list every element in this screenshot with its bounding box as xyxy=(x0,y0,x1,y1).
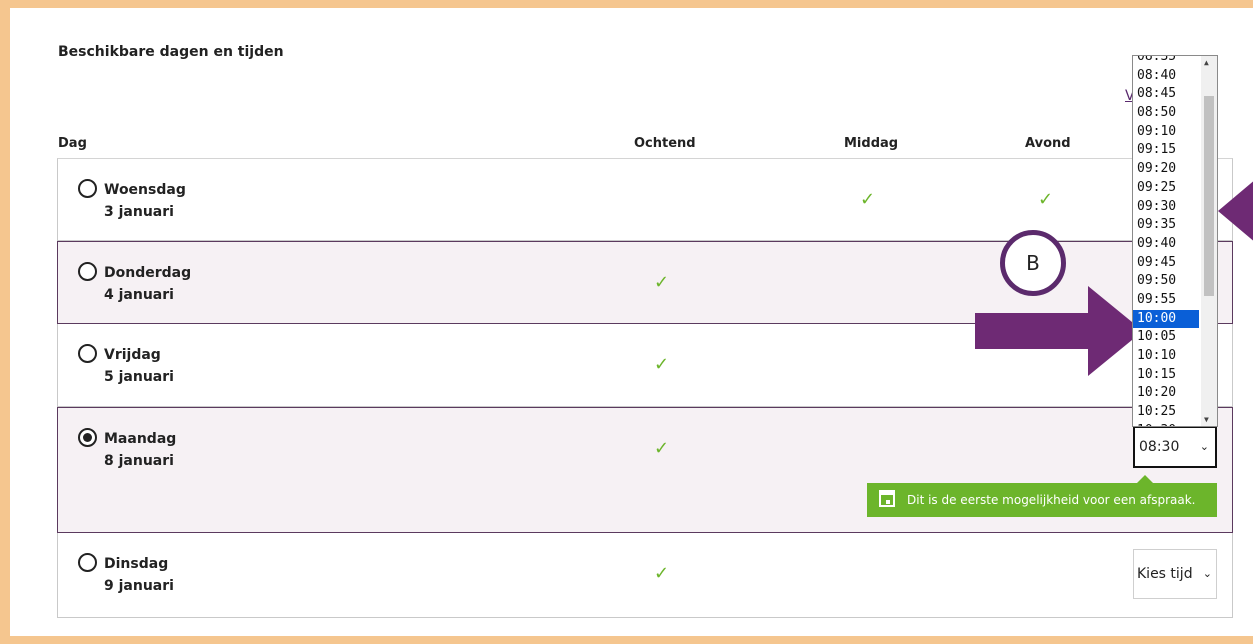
time-option[interactable]: 08:50 xyxy=(1133,104,1199,123)
time-option[interactable]: 09:45 xyxy=(1133,254,1199,273)
scroll-up-icon[interactable]: ▲ xyxy=(1204,58,1209,67)
annotation-arrow-partial xyxy=(1218,173,1253,249)
annotation-label-b: B xyxy=(1000,230,1066,296)
morning-check-icon: ✓ xyxy=(654,563,670,584)
time-option[interactable]: 10:25 xyxy=(1133,403,1199,422)
weekday-label: Maandag xyxy=(104,431,177,447)
weekday-label: Donderdag xyxy=(104,265,192,281)
time-option[interactable]: 09:15 xyxy=(1133,141,1199,160)
calendar-icon xyxy=(879,490,895,507)
date-label: 9 januari xyxy=(104,578,174,594)
day-radio-checked[interactable] xyxy=(78,428,97,447)
column-header-evening: Avond xyxy=(1025,136,1071,151)
time-option[interactable]: 08:40 xyxy=(1133,67,1199,86)
column-header-afternoon: Middag xyxy=(844,136,899,151)
section-title: Beschikbare dagen en tijden xyxy=(58,44,284,60)
column-header-day: Dag xyxy=(58,136,87,151)
day-radio[interactable] xyxy=(78,262,97,281)
table-row[interactable]: Woensdag 3 januari ✓ ✓ xyxy=(57,158,1233,241)
time-option[interactable]: 08:45 xyxy=(1133,85,1199,104)
date-label: 3 januari xyxy=(104,204,174,220)
day-radio[interactable] xyxy=(78,553,97,572)
morning-check-icon: ✓ xyxy=(654,438,670,459)
annotation-arrow-shaft xyxy=(975,313,1100,349)
time-option[interactable]: 09:35 xyxy=(1133,216,1199,235)
time-option[interactable]: 09:30 xyxy=(1133,198,1199,217)
time-option[interactable]: 09:25 xyxy=(1133,179,1199,198)
weekday-label: Vrijdag xyxy=(104,347,161,363)
time-option[interactable]: 09:50 xyxy=(1133,272,1199,291)
time-option[interactable]: 10:30 xyxy=(1133,422,1199,426)
scroll-thumb[interactable] xyxy=(1204,96,1214,296)
time-option[interactable]: 10:20 xyxy=(1133,384,1199,403)
day-radio[interactable] xyxy=(78,179,97,198)
time-dropdown-list[interactable]: 08:35 08:40 08:45 08:50 09:10 09:15 09:20 09:25… xyxy=(1132,55,1218,427)
first-availability-tooltip: Dit is de eerste mogelijkheid voor een a… xyxy=(867,475,1217,517)
chevron-down-icon: ⌄ xyxy=(1199,440,1209,453)
availability-table: Woensdag 3 januari ✓ ✓ Donderdag 4 janua… xyxy=(57,158,1233,618)
weekday-label: Woensdag xyxy=(104,182,186,198)
day-radio[interactable] xyxy=(78,344,97,363)
afternoon-check-icon: ✓ xyxy=(860,189,876,210)
time-option[interactable]: 08:35 xyxy=(1133,56,1199,67)
time-option[interactable]: 09:40 xyxy=(1133,235,1199,254)
time-option[interactable]: 10:10 xyxy=(1133,347,1199,366)
morning-check-icon: ✓ xyxy=(654,354,670,375)
time-select[interactable]: Kies tijd ⌄ xyxy=(1133,549,1217,599)
time-option[interactable]: 09:55 xyxy=(1133,291,1199,310)
time-option[interactable]: 09:10 xyxy=(1133,123,1199,142)
column-header-morning: Ochtend xyxy=(634,136,696,151)
table-row-selected[interactable]: Maandag 8 januari ✓ 08:30 ⌄ Dit is de ee… xyxy=(57,407,1233,533)
date-label: 5 januari xyxy=(104,369,174,385)
time-option-highlighted[interactable]: 10:00 xyxy=(1133,308,1200,330)
date-label: 8 januari xyxy=(104,453,174,469)
time-options: 08:35 08:40 08:45 08:50 09:10 09:15 09:20 09:25… xyxy=(1133,56,1200,426)
time-select[interactable]: 08:30 ⌄ xyxy=(1133,426,1217,468)
time-option[interactable]: 10:05 xyxy=(1133,328,1199,347)
time-option[interactable]: 09:20 xyxy=(1133,160,1199,179)
evening-check-icon: ✓ xyxy=(1038,189,1054,210)
table-row[interactable]: Dinsdag 9 januari ✓ Kies tijd ⌄ xyxy=(57,533,1233,618)
availability-panel: Beschikbare dagen en tijden V Dag Ochten… xyxy=(10,8,1253,636)
chevron-down-icon: ⌄ xyxy=(1202,567,1212,580)
time-select-value: Kies tijd xyxy=(1137,566,1193,582)
tooltip-text: Dit is de eerste mogelijkheid voor een a… xyxy=(907,493,1196,507)
morning-check-icon: ✓ xyxy=(654,272,670,293)
dropdown-scrollbar[interactable]: ▲ ▼ xyxy=(1201,56,1217,426)
date-label: 4 januari xyxy=(104,287,174,303)
time-select-value: 08:30 xyxy=(1139,439,1180,455)
scroll-down-icon[interactable]: ▼ xyxy=(1204,415,1209,424)
weekday-label: Dinsdag xyxy=(104,556,169,572)
time-option[interactable]: 10:15 xyxy=(1133,366,1199,385)
